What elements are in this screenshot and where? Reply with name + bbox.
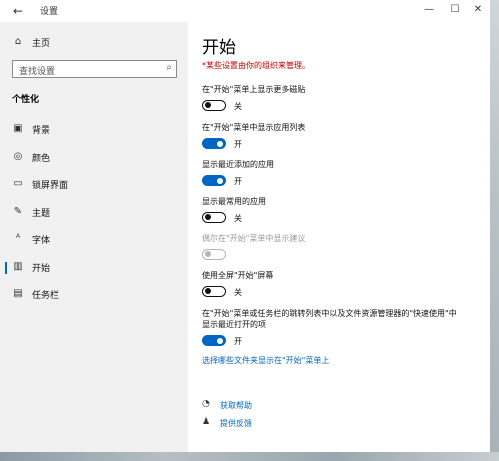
setting-label-recently-added: 显示最近添加的应用	[202, 160, 274, 169]
sidebar-item-label: 开始	[32, 264, 51, 274]
section-heading: 个性化	[12, 95, 40, 105]
settings-window: ← 设置 — ☐ ✕ ⌂ 主页 查找设置 ⌕ 个性化 ▣ 背景 ◎ 颜色 ▭ 锁…	[0, 0, 490, 452]
toggle-knob	[205, 102, 211, 108]
toggle-most-used[interactable]	[202, 212, 226, 223]
toggle-more-tiles[interactable]	[202, 100, 226, 111]
setting-label-recent-items: 在"开始"菜单或任务栏的跳转列表中以及文件资源管理器的"快速使用"中	[202, 309, 457, 318]
background-image-icon: ▣	[13, 123, 23, 134]
main-content: 开始 *某些设置由你的组织来管理。 在"开始"菜单上显示更多磁贴 关 在"开始"…	[188, 22, 490, 452]
toggle-state-label: 关	[234, 214, 242, 223]
managed-warning: *某些设置由你的组织来管理。	[202, 61, 310, 70]
sidebar-item-label: 主页	[32, 39, 51, 49]
setting-label-full-screen: 使用全屏"开始"屏幕	[202, 271, 274, 280]
sidebar-item-label: 主题	[32, 209, 51, 219]
toggle-knob	[217, 140, 223, 147]
desktop-background-bottom	[0, 452, 499, 461]
toggle-state-label: 开	[234, 177, 242, 186]
setting-label-more-tiles: 在"开始"菜单上显示更多磁贴	[202, 85, 306, 94]
sidebar-item-label: 字体	[32, 236, 51, 246]
toggle-knob	[217, 177, 223, 184]
feedback-person-icon: ♟	[202, 417, 211, 427]
sidebar-item-themes[interactable]: ✎ 主题	[0, 202, 188, 222]
sidebar-item-start[interactable]: ▥ 开始	[0, 257, 188, 277]
help-link-label: 获取帮助	[220, 401, 252, 410]
toggle-full-screen[interactable]	[202, 286, 226, 297]
choose-folders-link[interactable]: 选择哪些文件夹显示在"开始"菜单上	[202, 355, 329, 366]
taskbar-icon: ▤	[13, 288, 23, 299]
toggle-state-label: 开	[234, 337, 242, 346]
title-bar: ← 设置 — ☐ ✕	[0, 0, 490, 22]
search-input[interactable]: 查找设置 ⌕	[12, 60, 177, 78]
sidebar-item-fonts[interactable]: ᴬ 字体	[0, 229, 188, 249]
search-placeholder: 查找设置	[19, 67, 56, 77]
setting-label-suggestions: 偶尔在"开始"菜单中显示建议	[202, 234, 306, 243]
give-feedback-link[interactable]: ♟ 提供反馈	[202, 417, 402, 431]
back-arrow-icon[interactable]: ←	[10, 3, 26, 19]
setting-label-recent-items-line2: 显示最近打开的项	[202, 320, 266, 329]
sidebar: ⌂ 主页 查找设置 ⌕ 个性化 ▣ 背景 ◎ 颜色 ▭ 锁屏界面 ✎ 主题 ᴬ …	[0, 22, 188, 452]
toggle-knob	[205, 288, 211, 294]
toggle-knob	[205, 251, 211, 257]
setting-label-most-used: 显示最常用的应用	[202, 197, 266, 206]
lock-screen-icon: ▭	[13, 178, 23, 189]
start-menu-icon: ▥	[13, 261, 23, 272]
home-icon: ⌂	[14, 36, 22, 47]
sidebar-item-background[interactable]: ▣ 背景	[0, 119, 188, 139]
feedback-link-label: 提供反馈	[220, 419, 252, 428]
toggle-knob	[205, 214, 211, 220]
get-help-link[interactable]: ◔ 获取帮助	[202, 399, 402, 413]
maximize-button[interactable]: ☐	[446, 2, 464, 18]
search-icon[interactable]: ⌕	[166, 62, 172, 73]
toggle-knob	[217, 337, 223, 344]
sidebar-item-label: 锁屏界面	[32, 181, 69, 191]
palette-icon: ◎	[13, 151, 23, 162]
active-indicator	[5, 262, 7, 274]
sidebar-item-lock-screen[interactable]: ▭ 锁屏界面	[0, 174, 188, 194]
toggle-recent-items[interactable]	[202, 335, 226, 346]
toggle-suggestions	[202, 249, 226, 260]
sidebar-item-label: 背景	[32, 126, 51, 136]
toggle-app-list[interactable]	[202, 138, 226, 149]
sidebar-item-taskbar[interactable]: ▤ 任务栏	[0, 284, 188, 304]
close-button[interactable]: ✕	[469, 2, 487, 18]
toggle-state-label: 关	[234, 102, 242, 111]
toggle-recently-added[interactable]	[202, 175, 226, 186]
app-title: 设置	[40, 7, 59, 17]
minimize-button[interactable]: —	[420, 2, 438, 18]
sidebar-item-colors[interactable]: ◎ 颜色	[0, 147, 188, 167]
setting-label-app-list: 在"开始"菜单中显示应用列表	[202, 123, 306, 132]
sidebar-item-label: 颜色	[32, 154, 51, 164]
page-title: 开始	[202, 38, 236, 58]
toggle-state-label: 开	[234, 140, 242, 149]
sidebar-item-home[interactable]: ⌂ 主页	[0, 32, 188, 52]
sidebar-item-label: 任务栏	[32, 291, 60, 301]
theme-brush-icon: ✎	[13, 206, 23, 217]
font-icon: ᴬ	[15, 233, 21, 244]
desktop-background-right	[490, 0, 499, 461]
help-chat-icon: ◔	[202, 399, 210, 409]
toggle-state-label: 关	[234, 288, 242, 297]
